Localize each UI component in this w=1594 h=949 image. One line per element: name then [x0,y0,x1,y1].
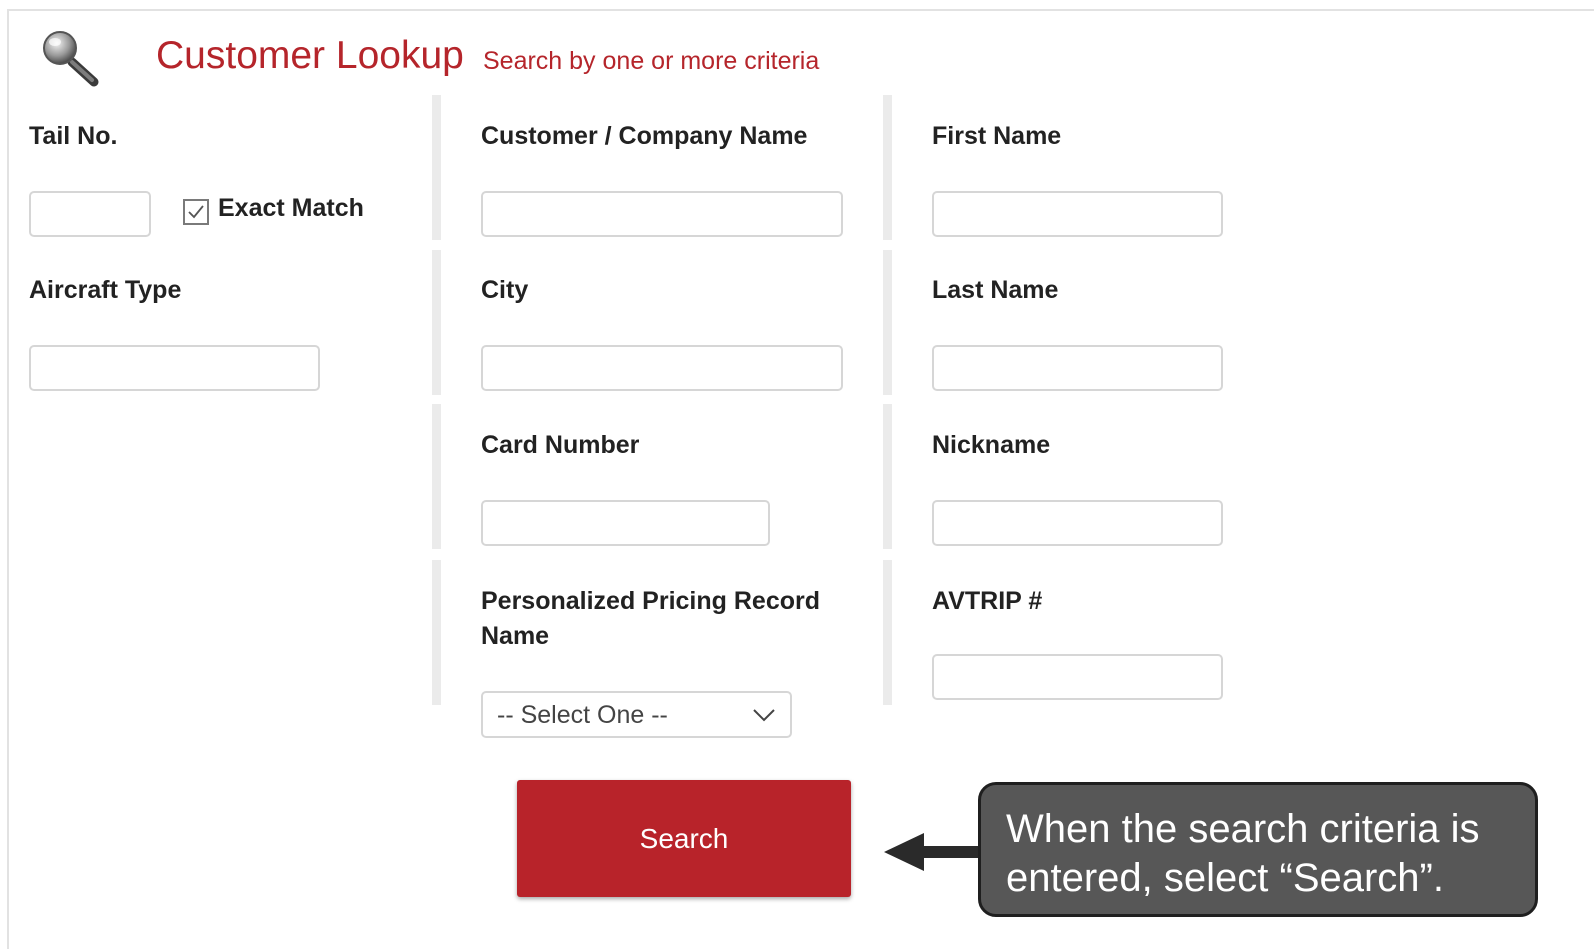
avtrip-input[interactable] [932,654,1223,700]
page-title: Customer Lookup [156,34,464,77]
card-number-input[interactable] [481,500,770,546]
column-divider [883,250,892,395]
magnifier-icon [43,31,99,87]
chevron-down-icon [753,709,775,722]
tail-no-input[interactable] [29,191,151,237]
exact-match-label[interactable]: Exact Match [218,194,364,223]
first-name-label: First Name [932,122,1062,150]
column-divider [432,250,441,395]
aircraft-type-input[interactable] [29,345,320,391]
arrow-left-icon [884,833,980,871]
last-name-input[interactable] [932,345,1223,391]
instruction-callout: When the search criteria is entered, sel… [978,782,1538,917]
tail-no-label: Tail No. [29,122,118,150]
city-input[interactable] [481,345,843,391]
page-subtitle: Search by one or more criteria [483,47,820,75]
column-divider [432,95,441,240]
card-number-label: Card Number [481,431,640,459]
city-label: City [481,276,529,304]
column-divider [432,404,441,549]
first-name-input[interactable] [932,191,1223,237]
nickname-input[interactable] [932,500,1223,546]
column-divider [883,95,892,240]
pricing-record-label: Personalized Pricing Record Name [481,587,820,650]
last-name-label: Last Name [932,276,1059,304]
pricing-record-select[interactable]: -- Select One -- [481,691,792,738]
nickname-label: Nickname [932,431,1051,459]
company-name-input[interactable] [481,191,843,237]
aircraft-type-label: Aircraft Type [29,276,182,304]
select-value: -- Select One -- [497,701,668,729]
company-name-label: Customer / Company Name [481,122,808,150]
checkmark-icon [188,205,204,219]
column-divider [432,560,441,705]
avtrip-label: AVTRIP # [932,587,1043,615]
search-button[interactable]: Search [517,780,851,897]
exact-match-checkbox[interactable] [183,199,209,225]
column-divider [883,560,892,705]
column-divider [883,404,892,549]
